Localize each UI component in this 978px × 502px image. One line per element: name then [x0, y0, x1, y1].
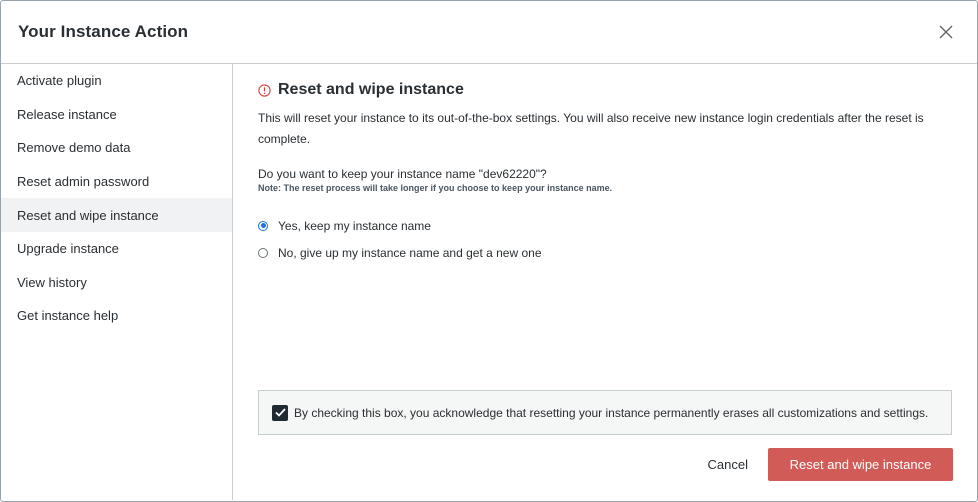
dialog-footer: Cancel Reset and wipe instance [708, 448, 953, 481]
sidebar-item-upgrade-instance[interactable]: Upgrade instance [1, 232, 232, 266]
acknowledge-label: By checking this box, you acknowledge th… [294, 405, 929, 420]
sidebar-item-remove-demo-data[interactable]: Remove demo data [1, 131, 232, 165]
acknowledge-checkbox[interactable] [272, 404, 288, 421]
radio-label-keep: Yes, keep my instance name [278, 218, 431, 233]
radio-button-keep[interactable] [258, 220, 268, 231]
keep-name-note: Note: The reset process will take longer… [258, 183, 613, 193]
sidebar-item-reset-admin-password[interactable]: Reset admin password [1, 165, 232, 199]
radio-option-new-name[interactable]: No, give up my instance name and get a n… [258, 239, 953, 266]
checkmark-icon [274, 408, 286, 417]
sidebar-item-release-instance[interactable]: Release instance [1, 98, 232, 132]
dialog-body: Activate plugin Release instance Remove … [1, 64, 977, 500]
sidebar-item-reset-and-wipe-instance[interactable]: Reset and wipe instance [1, 198, 232, 232]
radio-label-new: No, give up my instance name and get a n… [278, 245, 542, 260]
dialog-title: Your Instance Action [18, 22, 189, 41]
instance-action-dialog: Your Instance Action Activate plugin Rel… [0, 0, 978, 502]
main-panel: Reset and wipe instance This will reset … [233, 64, 977, 500]
description-text: This will reset your instance to its out… [258, 111, 924, 146]
radio-option-keep-name[interactable]: Yes, keep my instance name [258, 212, 953, 239]
sidebar-item-view-history[interactable]: View history [1, 266, 232, 300]
section-title: Reset and wipe instance [278, 81, 464, 98]
reset-and-wipe-button[interactable]: Reset and wipe instance [768, 448, 953, 481]
sidebar: Activate plugin Release instance Remove … [1, 64, 233, 500]
dialog-header: Your Instance Action [1, 1, 977, 64]
section-header: Reset and wipe instance [258, 79, 953, 101]
radio-button-new[interactable] [258, 247, 268, 258]
warning-circle-icon [258, 83, 271, 97]
close-icon [939, 25, 953, 39]
close-button[interactable] [933, 19, 959, 45]
keep-name-radio-group: Yes, keep my instance name No, give up m… [258, 212, 953, 266]
keep-name-question: Do you want to keep your instance name "… [258, 167, 547, 181]
cancel-button[interactable]: Cancel [708, 451, 748, 478]
sidebar-item-activate-plugin[interactable]: Activate plugin [1, 64, 232, 98]
sidebar-item-get-instance-help[interactable]: Get instance help [1, 299, 232, 333]
acknowledge-box: By checking this box, you acknowledge th… [258, 390, 952, 435]
